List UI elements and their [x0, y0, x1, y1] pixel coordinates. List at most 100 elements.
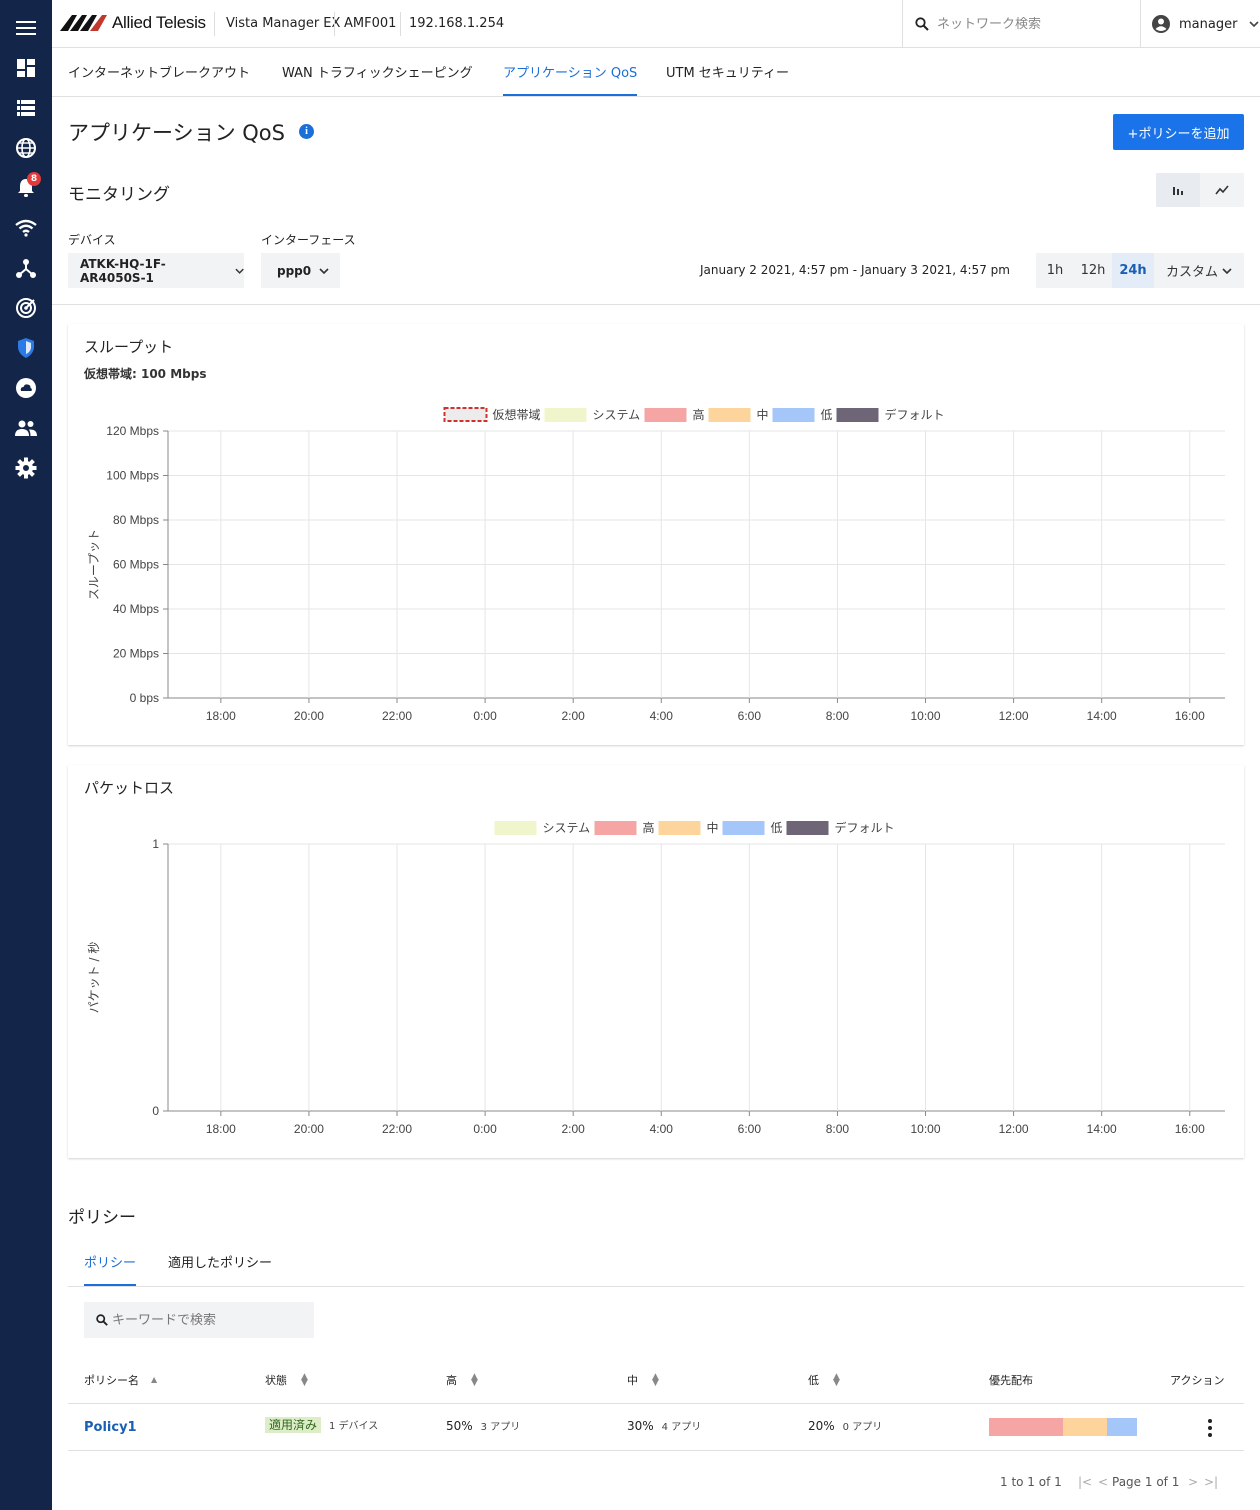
network-search-input[interactable]: [937, 16, 1127, 32]
tab-applied-policies[interactable]: 適用したポリシー: [168, 1252, 272, 1286]
mid-cell: 30% 4 アプリ: [627, 1418, 701, 1433]
legend-label: システム: [593, 408, 641, 422]
feature-tabs: インターネットブレークアウト WAN トラフィックシェーピング アプリケーション…: [52, 48, 1260, 97]
mid-apps: 4 アプリ: [661, 1422, 702, 1433]
col-low[interactable]: 低 ▲ ▼: [808, 1372, 840, 1388]
search-icon: [915, 17, 929, 31]
policy-name-link[interactable]: Policy1: [84, 1420, 137, 1435]
line-chart-toggle[interactable]: [1200, 173, 1244, 207]
brand-logo[interactable]: Allied Telesis: [60, 13, 206, 33]
product-name: Vista Manager EX: [226, 16, 341, 31]
x-tick-label: 18:00: [206, 1122, 236, 1136]
high-apps: 3 アプリ: [480, 1422, 521, 1433]
next-page-icon[interactable]: >: [1188, 1475, 1198, 1489]
tabs-divider: [68, 1286, 1244, 1287]
x-tick-label: 10:00: [911, 709, 941, 723]
y-tick-label: 20 Mbps: [113, 647, 159, 661]
x-tick-label: 16:00: [1175, 709, 1205, 723]
y-tick-label: 40 Mbps: [113, 602, 159, 616]
security-shield-icon[interactable]: [0, 328, 52, 368]
distribution-segment: [1107, 1418, 1137, 1436]
col-status[interactable]: 状態 ▲ ▼: [265, 1372, 308, 1388]
alert-bell-icon[interactable]: 8: [0, 168, 52, 208]
user-menu[interactable]: manager: [1140, 0, 1260, 48]
device-select[interactable]: ATKK-HQ-1F-AR4050S-1: [68, 253, 244, 288]
more-actions-icon[interactable]: [1202, 1418, 1218, 1438]
range-24h-button[interactable]: 24h: [1112, 253, 1154, 288]
y-tick-label: 1: [152, 837, 159, 851]
cloud-icon[interactable]: [0, 368, 52, 408]
top-header: Allied Telesis Vista Manager EX AMF001 1…: [52, 0, 1260, 48]
menu-icon[interactable]: [0, 8, 52, 48]
col-mid[interactable]: 中 ▲ ▼: [627, 1372, 659, 1388]
pager-count: 1 to 1 of 1: [1000, 1475, 1062, 1489]
users-icon[interactable]: [0, 408, 52, 448]
priority-distribution-bar: [989, 1418, 1137, 1436]
dashboard-icon[interactable]: [0, 48, 52, 88]
col-high[interactable]: 高 ▲ ▼: [446, 1372, 478, 1388]
range-1h-button[interactable]: 1h: [1036, 253, 1074, 288]
tab-wan-traffic-shaping[interactable]: WAN トラフィックシェーピング: [282, 62, 473, 96]
col-policy-name[interactable]: ポリシー名 ▲: [84, 1372, 157, 1388]
first-page-icon[interactable]: |<: [1078, 1475, 1092, 1489]
x-tick-label: 8:00: [826, 709, 850, 723]
info-icon[interactable]: i: [299, 124, 314, 139]
y-tick-label: 0: [152, 1104, 159, 1118]
radar-icon[interactable]: [0, 288, 52, 328]
range-custom-button[interactable]: カスタム: [1154, 253, 1244, 288]
range-12h-button[interactable]: 12h: [1074, 253, 1112, 288]
globe-icon[interactable]: [0, 128, 52, 168]
chevron-down-icon: [1222, 267, 1232, 274]
legend-label: 高: [693, 407, 705, 422]
legend-swatch: [786, 821, 829, 835]
legend-swatch: [594, 821, 637, 835]
list-icon[interactable]: [0, 88, 52, 128]
monitoring-title: モニタリング: [68, 185, 170, 205]
x-tick-label: 18:00: [206, 709, 236, 723]
tab-application-qos[interactable]: アプリケーション QoS: [503, 62, 638, 96]
device-name[interactable]: AMF001: [344, 16, 396, 31]
settings-gear-icon[interactable]: [0, 448, 52, 488]
left-navigation: 8: [0, 0, 52, 1510]
x-tick-label: 4:00: [650, 1122, 674, 1136]
legend-label: デフォルト: [835, 820, 895, 835]
tab-utm-security[interactable]: UTM セキュリティー: [666, 62, 789, 96]
legend-label: 仮想帯域: [493, 407, 541, 422]
tab-internet-breakout[interactable]: インターネットブレークアウト: [68, 62, 250, 96]
keyword-search-input[interactable]: [112, 1312, 302, 1328]
legend-swatch-virtual-bandwidth: [443, 407, 488, 422]
x-tick-label: 22:00: [382, 1122, 412, 1136]
topology-icon[interactable]: [0, 248, 52, 288]
sort-icon: ▲ ▼: [833, 1372, 840, 1388]
interface-select[interactable]: ppp0: [261, 253, 340, 288]
x-tick-label: 12:00: [999, 709, 1029, 723]
wifi-icon[interactable]: [0, 208, 52, 248]
last-page-icon[interactable]: >|: [1204, 1475, 1218, 1489]
tab-policies[interactable]: ポリシー: [84, 1252, 137, 1286]
interface-select-value: ppp0: [277, 263, 312, 278]
low-apps: 0 アプリ: [842, 1422, 883, 1433]
packet-loss-chart-card: パケットロス 0 1 18:00 20:00 22:00 0:00 2:00 4:00 6:00…: [68, 765, 1244, 1158]
distribution-segment: [1063, 1418, 1108, 1436]
header-divider: [214, 12, 215, 36]
col-mid-label: 中: [627, 1374, 638, 1387]
prev-page-icon[interactable]: <: [1098, 1475, 1108, 1489]
header-divider: [334, 12, 335, 36]
bar-chart-toggle[interactable]: [1156, 173, 1200, 207]
bar-chart-icon: [1173, 187, 1183, 195]
x-tick-label: 10:00: [911, 1122, 941, 1136]
high-cell: 50% 3 アプリ: [446, 1418, 520, 1433]
policy-status-cell: 適用済み 1 デバイス: [265, 1416, 378, 1433]
x-tick-label: 0:00: [473, 1122, 497, 1136]
sort-icon: ▲ ▼: [652, 1372, 659, 1388]
x-tick-label: 2:00: [562, 709, 586, 723]
y-tick-label: 120 Mbps: [106, 424, 159, 438]
distribution-segment: [989, 1418, 1063, 1436]
mid-percent: 30%: [627, 1419, 654, 1433]
brand-name: Allied Telesis: [112, 13, 206, 32]
interface-label: インターフェース: [261, 233, 356, 247]
table-header-divider: [68, 1403, 1244, 1404]
device-label: デバイス: [68, 233, 116, 247]
add-policy-button[interactable]: +ポリシーを追加: [1113, 114, 1244, 150]
legend-swatch: [658, 821, 701, 835]
